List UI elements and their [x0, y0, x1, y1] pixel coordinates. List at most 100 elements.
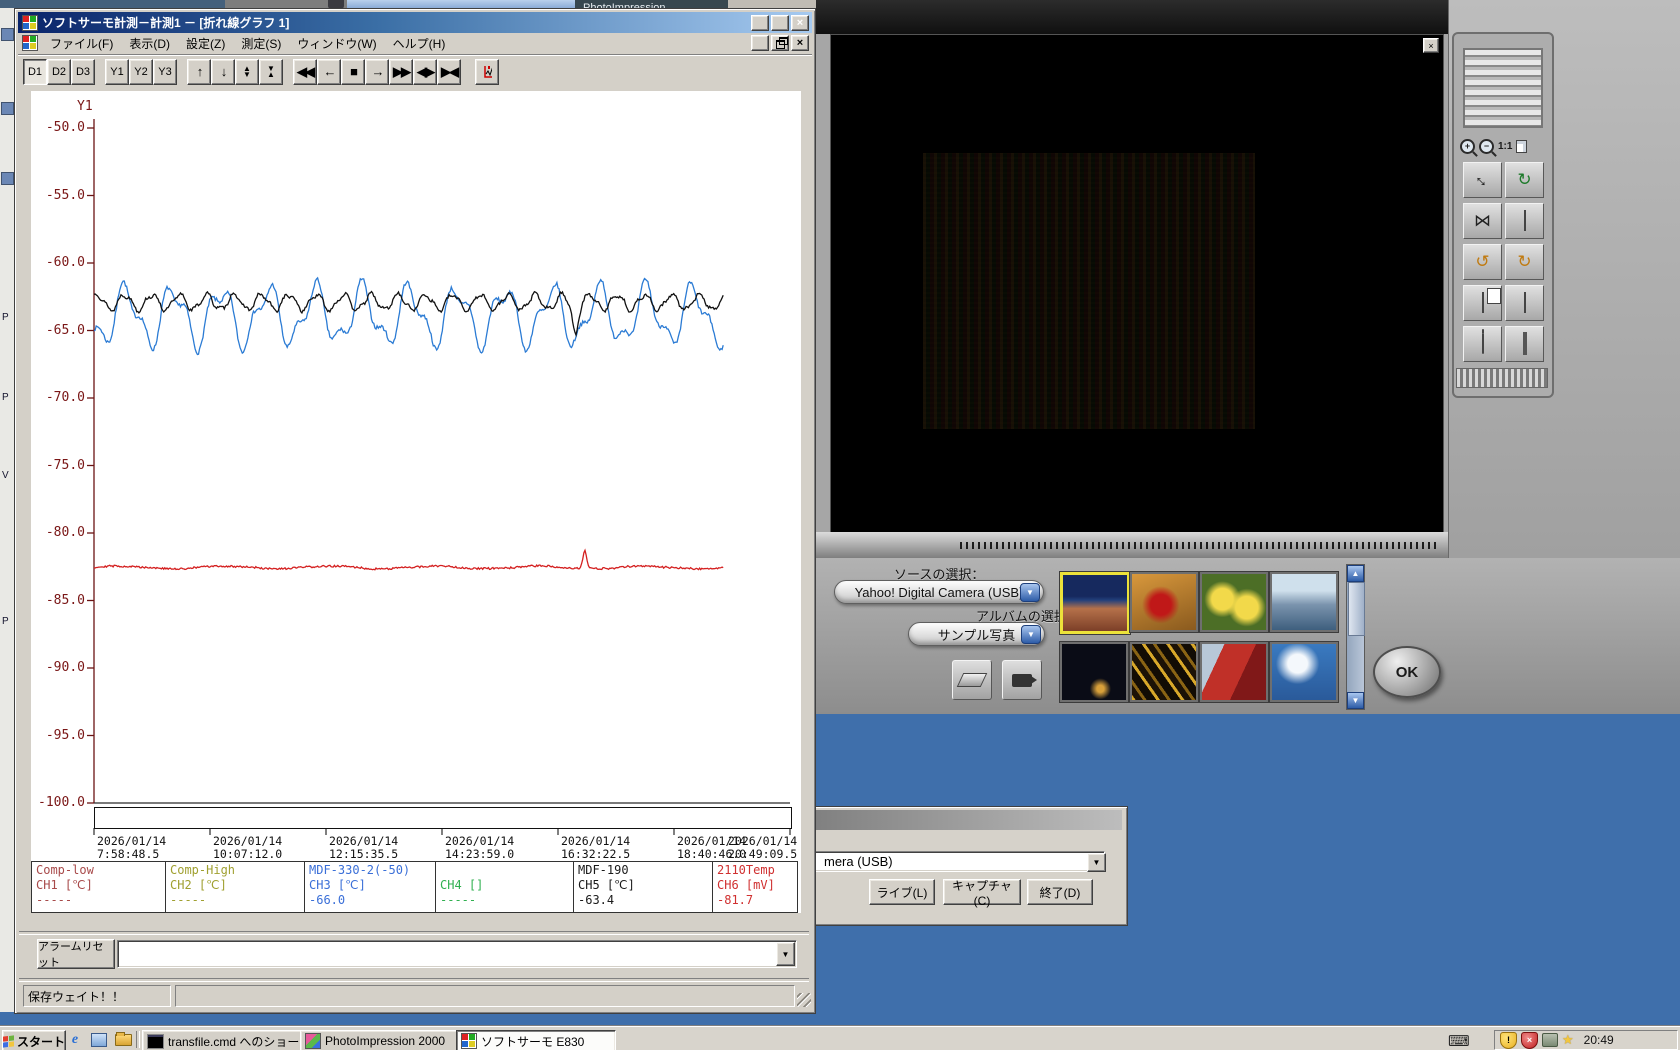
window-minimize-button[interactable]: [751, 14, 769, 31]
menu-item-5[interactable]: ヘルプ(H): [385, 33, 454, 54]
scale-up-button[interactable]: ↑: [187, 58, 211, 85]
dialog-button-0[interactable]: ライブ(L): [869, 879, 935, 905]
thumbnail-harbor[interactable]: [1270, 572, 1338, 632]
flip-horizontal-button[interactable]: ⋈: [1463, 203, 1502, 239]
scroll-down-icon[interactable]: ▼: [1347, 692, 1364, 709]
camcorder-icon: [1012, 673, 1037, 687]
camera-select-combobox[interactable]: mera (USB): [803, 851, 1105, 872]
desktop-icon-label: P: [2, 392, 9, 403]
scale-down-button[interactable]: ↓: [211, 58, 235, 85]
thumbnail-red-bird[interactable]: [1130, 572, 1198, 632]
page-button[interactable]: [1505, 203, 1544, 239]
chevron-down-icon[interactable]: ▼: [1020, 583, 1040, 602]
yaxis-button-y1[interactable]: Y1: [105, 58, 129, 85]
star-icon[interactable]: ★: [1562, 1032, 1574, 1048]
desktop-icon-fragment[interactable]: [1, 28, 14, 41]
thumbnail-sky-clouds[interactable]: [1270, 642, 1338, 702]
undo-button[interactable]: ↺: [1463, 244, 1502, 280]
fast-forward-button[interactable]: ▶▶: [389, 58, 413, 85]
child-close-button[interactable]: ×: [791, 35, 809, 51]
compress-x-button[interactable]: ▶◀: [437, 58, 461, 85]
start-label: スタート: [17, 1034, 66, 1049]
graph-button[interactable]: [475, 58, 499, 85]
menu-item-1[interactable]: 表示(D): [121, 33, 178, 54]
display-button-d3[interactable]: D3: [71, 58, 95, 85]
preview-close-icon[interactable]: ×: [1423, 38, 1439, 53]
display-button-d1[interactable]: D1: [23, 58, 47, 85]
scanner-source-button[interactable]: [952, 660, 992, 700]
scale-expand-button[interactable]: ▲ ▼: [235, 58, 259, 85]
keyboard-icon[interactable]: ⌨: [1448, 1032, 1470, 1050]
window-maximize-button[interactable]: [771, 14, 789, 31]
zoom-out-icon[interactable]: −: [1479, 138, 1494, 154]
scrollbar-thumb[interactable]: [1348, 582, 1365, 636]
thumbnail-yellow-flowers[interactable]: [1200, 572, 1268, 632]
page2-button[interactable]: [1505, 285, 1544, 321]
task-button-2[interactable]: ソフトサーモ E830: [456, 1030, 616, 1050]
frame-button[interactable]: [1505, 326, 1544, 362]
menu-item-3[interactable]: 測定(S): [233, 33, 289, 54]
source-select-dropdown[interactable]: Yahoo! Digital Camera (USB) ▼: [834, 580, 1044, 604]
window-close-button[interactable]: ×: [791, 14, 809, 31]
toolbar-group: Y1 Y2 Y3: [105, 58, 177, 85]
camera-source-button[interactable]: [1002, 660, 1042, 700]
task-button-1[interactable]: PhotoImpression 2000: [300, 1030, 462, 1050]
thumbnail-scrollbar[interactable]: ▲ ▼: [1346, 564, 1365, 710]
x-tick-date: 2026/01/14: [445, 834, 515, 848]
task-button-0[interactable]: transfile.cmd へのショート...: [142, 1030, 306, 1050]
thumbnail-ship-red[interactable]: [1200, 642, 1268, 702]
desktop-icon-fragment[interactable]: [1, 172, 14, 185]
resize-button[interactable]: ↔: [1463, 162, 1502, 198]
dialog-titlebar[interactable]: [794, 810, 1122, 830]
x-tick-date: 2026/01/14: [329, 834, 399, 848]
scroll-up-icon[interactable]: ▲: [1347, 565, 1364, 582]
album-select-dropdown[interactable]: サンプル写真 ▼: [908, 622, 1045, 646]
child-minimize-button[interactable]: [751, 35, 769, 51]
expand-x-button[interactable]: ◀▶: [413, 58, 437, 85]
menu-item-2[interactable]: 設定(Z): [178, 33, 233, 54]
titlebar[interactable]: ソフトサーモ計測－計測1 － [折れ線グラフ 1] ×: [18, 12, 812, 33]
start-button[interactable]: スタート: [2, 1030, 66, 1050]
rotate-button[interactable]: ↻: [1505, 162, 1544, 198]
device-icon[interactable]: [1542, 1033, 1558, 1047]
folder-icon[interactable]: [114, 1031, 132, 1049]
resize-grip[interactable]: [797, 993, 811, 1007]
zoom-ratio-label[interactable]: 1:1: [1498, 141, 1512, 152]
dialog-button-2[interactable]: 終了(D): [1027, 879, 1093, 905]
thumbnail-gold-light[interactable]: [1130, 642, 1198, 702]
scale-compress-button[interactable]: ▼ ▲: [259, 58, 283, 85]
internet-explorer-icon[interactable]: e: [66, 1031, 84, 1049]
menu-item-0[interactable]: ファイル(F): [42, 33, 121, 54]
thumbnail-night-city[interactable]: [1060, 642, 1128, 702]
rewind-button[interactable]: ◀◀: [293, 58, 317, 85]
chevron-down-icon[interactable]: ▼: [776, 942, 795, 966]
menu-item-4[interactable]: ウィンドウ(W): [289, 33, 384, 54]
scanner-icon: [956, 673, 988, 687]
child-restore-button[interactable]: [771, 35, 789, 51]
copy-button[interactable]: [1463, 285, 1502, 321]
alarm-message-combobox[interactable]: [117, 940, 797, 968]
step-forward-button[interactable]: →: [365, 58, 389, 85]
mail-icon[interactable]: [90, 1031, 108, 1049]
shield-error-icon[interactable]: ×: [1521, 1031, 1538, 1049]
line-chart-canvas: Y1 2026/01/14 7:58:48.5 2026/01/14 10:07:12…: [31, 91, 801, 913]
zoom-in-icon[interactable]: +: [1460, 138, 1475, 154]
legend-value: -----: [36, 893, 73, 907]
thumbnail-rock-spires[interactable]: [1060, 572, 1130, 634]
redo-button[interactable]: ↻: [1505, 244, 1544, 280]
chevron-down-icon[interactable]: ▼: [1021, 625, 1041, 644]
yaxis-button-y2[interactable]: Y2: [129, 58, 153, 85]
document-icon[interactable]: [22, 35, 38, 51]
alarm-reset-button[interactable]: アラームリセット: [37, 939, 115, 969]
display-button-d2[interactable]: D2: [47, 58, 71, 85]
step-back-button[interactable]: ←: [317, 58, 341, 85]
yaxis-button-y3[interactable]: Y3: [153, 58, 177, 85]
chevron-down-icon[interactable]: ▼: [1087, 853, 1106, 872]
desktop-icon-fragment[interactable]: [1, 102, 14, 115]
shield-warning-icon[interactable]: !: [1500, 1031, 1517, 1049]
fit-page-icon[interactable]: [1516, 139, 1528, 153]
dialog-button-1[interactable]: キャプチャ(C): [943, 879, 1021, 908]
stop-button[interactable]: ■: [341, 58, 365, 85]
print-button[interactable]: [1463, 326, 1502, 362]
ok-button[interactable]: OK: [1373, 646, 1441, 698]
